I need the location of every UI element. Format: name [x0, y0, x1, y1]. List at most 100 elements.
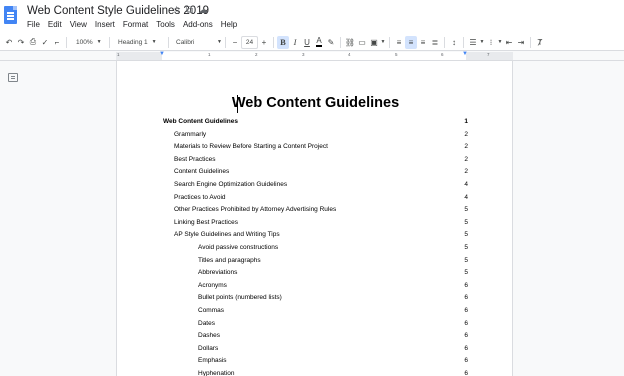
- left-indent-marker[interactable]: ▼: [159, 51, 165, 57]
- zoom-select[interactable]: 100% ▼: [70, 36, 106, 49]
- document-heading[interactable]: Web Content Guidelines: [117, 95, 514, 111]
- toc-entry[interactable]: Best Practices 2: [117, 156, 514, 168]
- chevron-down-icon[interactable]: ▼: [380, 36, 386, 49]
- increase-font-size-icon[interactable]: +: [258, 36, 270, 49]
- menu-format[interactable]: Format: [123, 20, 148, 29]
- toc-entry[interactable]: Dollars 6: [117, 345, 514, 357]
- toc-entry[interactable]: Acronyms 6: [117, 282, 514, 294]
- toc-entry[interactable]: Dates 6: [117, 320, 514, 332]
- menu-file[interactable]: File: [27, 20, 40, 29]
- insert-link-icon[interactable]: ⛓: [344, 36, 356, 49]
- toc-entry[interactable]: Commas 6: [117, 307, 514, 319]
- paint-format-icon[interactable]: ⌐: [51, 36, 63, 49]
- clear-formatting-icon[interactable]: Ⱦ: [534, 36, 546, 49]
- toc-entry-title[interactable]: Materials to Review Before Starting a Co…: [174, 143, 328, 150]
- increase-indent-icon[interactable]: ⇥: [515, 36, 527, 49]
- chevron-down-icon: ▼: [151, 39, 157, 45]
- toc-entry[interactable]: Titles and paragraphs 5: [117, 257, 514, 269]
- toc-entry-title[interactable]: Acronyms: [198, 282, 227, 289]
- align-center-icon[interactable]: ≡: [405, 35, 417, 49]
- redo-icon[interactable]: ↷: [15, 36, 27, 49]
- italic-button[interactable]: I: [289, 36, 301, 49]
- toc-entry-title[interactable]: Bullet points (numbered lists): [198, 294, 282, 301]
- toc-entry[interactable]: Hyphenation 6: [117, 370, 514, 376]
- toc-entry-title[interactable]: Emphasis: [198, 357, 227, 364]
- docs-logo-icon[interactable]: [4, 6, 17, 24]
- toc-entry-title[interactable]: Commas: [198, 307, 224, 314]
- align-left-icon[interactable]: ≡: [393, 36, 405, 49]
- spellcheck-icon[interactable]: ✓: [39, 36, 51, 49]
- add-comment-icon[interactable]: ▭: [356, 36, 368, 49]
- decrease-font-size-icon[interactable]: −: [229, 36, 241, 49]
- menu-insert[interactable]: Insert: [95, 20, 115, 29]
- toc-entry-page: 6: [464, 344, 468, 352]
- toc-entry-title[interactable]: Practices to Avoid: [174, 194, 226, 201]
- toc-entry-title[interactable]: AP Style Guidelines and Writing Tips: [174, 231, 280, 238]
- menu-view[interactable]: View: [70, 20, 87, 29]
- toc-entry-title[interactable]: Content Guidelines: [174, 168, 229, 175]
- font-size-field[interactable]: 24: [241, 35, 258, 49]
- toc-entry-title[interactable]: Titles and paragraphs: [198, 257, 261, 264]
- toc-entry[interactable]: AP Style Guidelines and Writing Tips 5: [117, 231, 514, 243]
- toc-entry-title[interactable]: Grammarly: [174, 131, 206, 138]
- toc-entry-title[interactable]: Web Content Guidelines: [163, 118, 238, 125]
- highlight-color-icon[interactable]: ✎: [325, 36, 337, 49]
- toc-entry[interactable]: Linking Best Practices 5: [117, 219, 514, 231]
- toc-entry-title[interactable]: Linking Best Practices: [174, 219, 238, 226]
- undo-icon[interactable]: ↶: [3, 36, 15, 49]
- toc-entry[interactable]: Web Content Guidelines 1: [117, 118, 514, 130]
- align-justify-icon[interactable]: ≣: [429, 36, 441, 49]
- menu-help[interactable]: Help: [221, 20, 237, 29]
- toc-entry[interactable]: Practices to Avoid 4: [117, 194, 514, 206]
- font-select[interactable]: Calibri ▼: [172, 36, 222, 49]
- toc-entry-title[interactable]: Other Practices Prohibited by Attorney A…: [174, 206, 336, 213]
- toc-entry-title[interactable]: Abbreviations: [198, 269, 237, 276]
- toc-entry-title[interactable]: Search Engine Optimization Guidelines: [174, 181, 287, 188]
- toc-entry-page: 6: [464, 294, 468, 302]
- cloud-saved-icon[interactable]: ☁: [198, 5, 208, 16]
- toc-entry-title[interactable]: Dollars: [198, 345, 218, 352]
- ruler-track[interactable]: [116, 52, 513, 60]
- toc-entry-title[interactable]: Avoid passive constructions: [198, 244, 278, 251]
- toc-entry[interactable]: Emphasis 6: [117, 357, 514, 369]
- checklist-icon[interactable]: ☰: [467, 36, 479, 49]
- move-to-folder-icon[interactable]: ⧉: [186, 5, 193, 16]
- menu-add-ons[interactable]: Add-ons: [183, 20, 213, 29]
- menu-tools[interactable]: Tools: [156, 20, 175, 29]
- align-right-icon[interactable]: ≡: [417, 36, 429, 49]
- toc-entry-page: 6: [464, 332, 468, 340]
- toc-entry[interactable]: Avoid passive constructions 5: [117, 244, 514, 256]
- toc-entry-page: 1: [464, 118, 468, 125]
- document-outline-icon[interactable]: [8, 73, 18, 82]
- decrease-indent-icon[interactable]: ⇤: [503, 36, 515, 49]
- text-color-button[interactable]: A: [313, 36, 325, 49]
- ruler-number: 1: [208, 52, 211, 57]
- toc-entry[interactable]: Dashes 6: [117, 332, 514, 344]
- toc-entry[interactable]: Other Practices Prohibited by Attorney A…: [117, 206, 514, 218]
- insert-image-icon[interactable]: ▣: [368, 36, 380, 49]
- toc-entry[interactable]: Grammarly 2: [117, 131, 514, 143]
- line-spacing-icon[interactable]: ↕: [448, 36, 460, 49]
- print-icon[interactable]: ⎙: [27, 36, 39, 49]
- toc-entry-title[interactable]: Best Practices: [174, 156, 216, 163]
- underline-button[interactable]: U: [301, 36, 313, 49]
- toc-entry-page: 6: [464, 370, 468, 376]
- toc-entry[interactable]: Search Engine Optimization Guidelines 4: [117, 181, 514, 193]
- menu-edit[interactable]: Edit: [48, 20, 62, 29]
- toc-entry-page: 5: [464, 256, 468, 264]
- toc-entry[interactable]: Abbreviations 5: [117, 269, 514, 281]
- toolbar-divider: [340, 36, 341, 48]
- document-page[interactable]: Web Content Guidelines Web Content Guide…: [116, 61, 513, 376]
- toc-entry[interactable]: Materials to Review Before Starting a Co…: [117, 143, 514, 155]
- right-indent-marker[interactable]: ▼: [462, 51, 468, 57]
- toc-entry[interactable]: Content Guidelines 2: [117, 168, 514, 180]
- text-color-icon: A: [316, 36, 322, 47]
- toc-entry-title[interactable]: Dates: [198, 320, 215, 327]
- paragraph-style-select[interactable]: Heading 1 ▼: [113, 36, 165, 49]
- star-icon[interactable]: ☆: [172, 5, 181, 16]
- toc-entry-title[interactable]: Hyphenation: [198, 370, 235, 376]
- bulleted-list-icon[interactable]: ⁝: [485, 36, 497, 49]
- bold-button[interactable]: B: [277, 35, 289, 49]
- toc-entry-title[interactable]: Dashes: [198, 332, 220, 339]
- toc-entry[interactable]: Bullet points (numbered lists) 6: [117, 294, 514, 306]
